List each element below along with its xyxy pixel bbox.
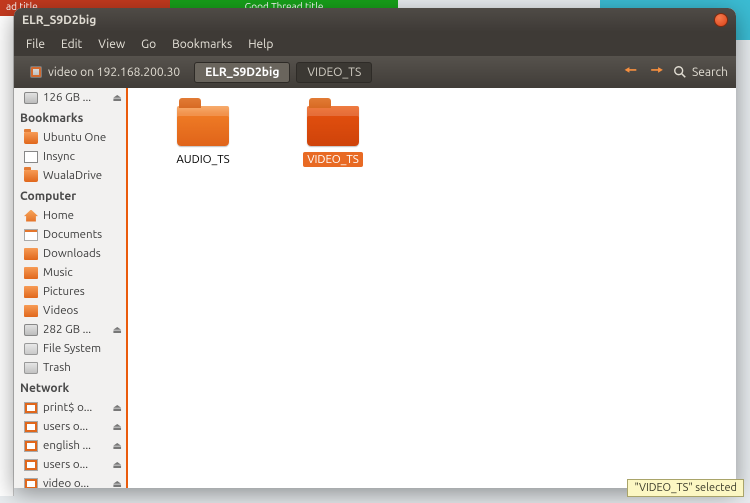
eject-icon[interactable]: ⏏ [113, 478, 122, 489]
sidebar-item-label: Pictures [43, 285, 85, 298]
folder-icon [24, 132, 38, 144]
device-chip[interactable]: video on 192.168.200.30 [22, 64, 188, 81]
videos-icon [24, 305, 38, 317]
sidebar-item-label: english ... [43, 439, 91, 452]
titlebar[interactable]: ELR_S9D2big [14, 8, 736, 32]
pathbar: video on 192.168.200.30 ELR_S9D2big VIDE… [14, 56, 736, 88]
pictures-icon [24, 286, 38, 298]
sidebar-item-music[interactable]: Music [14, 263, 126, 282]
folder-item-audio-ts[interactable]: AUDIO_TS [158, 106, 248, 167]
eject-icon[interactable]: ⏏ [113, 421, 122, 433]
sidebar-item-label: print$ o... [43, 401, 92, 414]
home-icon [24, 210, 38, 222]
sidebar-item-insync[interactable]: Insync [14, 147, 126, 166]
sidebar-item-label: 282 GB ... [43, 323, 91, 336]
sidebar-item-videos[interactable]: Videos [14, 301, 126, 320]
sidebar-item-label: 126 GB ... [43, 91, 91, 104]
drive-icon [24, 324, 38, 336]
downloads-icon [24, 248, 38, 260]
search-icon [673, 65, 687, 79]
network-share-icon [24, 402, 38, 414]
sidebar-item-label: Ubuntu One [43, 131, 106, 144]
search-label: Search [692, 66, 728, 79]
eject-icon[interactable]: ⏏ [113, 92, 122, 104]
menu-file[interactable]: File [20, 36, 51, 53]
sidebar-item-label: users o... [43, 420, 88, 433]
sidebar-item-label: Home [43, 209, 74, 222]
network-share-icon [24, 440, 38, 452]
eject-icon[interactable]: ⏏ [113, 459, 122, 471]
breadcrumb-current[interactable]: ELR_S9D2big [194, 62, 290, 83]
sidebar-item-label: Music [43, 266, 73, 279]
folder-label: VIDEO_TS [303, 152, 363, 167]
menu-bookmarks[interactable]: Bookmarks [166, 36, 238, 53]
folder-icon [307, 106, 359, 146]
sidebar-section-computer: Computer [14, 185, 126, 206]
music-icon [24, 267, 38, 279]
sidebar-item-label: Downloads [43, 247, 101, 260]
sidebar-item-label: video o... [43, 477, 89, 488]
file-view[interactable]: AUDIO_TS VIDEO_TS [128, 88, 736, 488]
forward-icon[interactable]: 🠖 [647, 58, 667, 86]
filesystem-icon [24, 343, 38, 355]
menu-go[interactable]: Go [135, 36, 162, 53]
eject-icon[interactable]: ⏏ [113, 324, 122, 336]
folder-icon [24, 170, 38, 182]
sidebar-item-ubuntu-one[interactable]: Ubuntu One [14, 128, 126, 147]
network-share-icon [24, 421, 38, 433]
search-button[interactable]: Search [673, 65, 728, 79]
sidebar-item-filesystem[interactable]: File System [14, 339, 126, 358]
sidebar-item-home[interactable]: Home [14, 206, 126, 225]
sidebar-item-documents[interactable]: Documents [14, 225, 126, 244]
sidebar[interactable]: 126 GB ... ⏏ Bookmarks Ubuntu One Insync… [14, 88, 128, 488]
back-icon[interactable]: 🠔 [620, 58, 640, 86]
sidebar-item-net-english[interactable]: english ... ⏏ [14, 436, 126, 455]
network-share-icon [24, 459, 38, 471]
sidebar-item-net-print[interactable]: print$ o... ⏏ [14, 398, 126, 417]
drive-icon [24, 92, 38, 104]
menubar: File Edit View Go Bookmarks Help [14, 32, 736, 56]
sidebar-item-label: File System [43, 342, 101, 355]
sidebar-item-net-video[interactable]: video o... ⏏ [14, 474, 126, 488]
sidebar-item-label: users o... [43, 458, 88, 471]
trash-icon [24, 362, 38, 374]
sidebar-section-network: Network [14, 377, 126, 398]
sidebar-item-label: Videos [43, 304, 78, 317]
sidebar-item-drive-top[interactable]: 126 GB ... ⏏ [14, 88, 126, 107]
sidebar-item-downloads[interactable]: Downloads [14, 244, 126, 263]
sidebar-item-label: Documents [43, 228, 102, 241]
sidebar-item-net-users2[interactable]: users o... ⏏ [14, 455, 126, 474]
network-share-icon [24, 478, 38, 489]
close-icon[interactable] [714, 13, 728, 27]
folder-label: AUDIO_TS [172, 152, 233, 167]
sidebar-item-wualadrive[interactable]: WualaDrive [14, 166, 126, 185]
sidebar-item-pictures[interactable]: Pictures [14, 282, 126, 301]
menu-view[interactable]: View [92, 36, 131, 53]
breadcrumb-child[interactable]: VIDEO_TS [296, 62, 372, 83]
bg-left-column [0, 16, 14, 496]
status-tooltip: "VIDEO_TS" selected [627, 479, 744, 497]
disk-icon [30, 66, 42, 78]
sidebar-item-label: Insync [43, 150, 75, 163]
sidebar-section-bookmarks: Bookmarks [14, 107, 126, 128]
folder-icon [177, 106, 229, 146]
document-icon [24, 229, 38, 241]
device-label: video on 192.168.200.30 [48, 66, 180, 79]
sidebar-item-label: Trash [43, 361, 71, 374]
eject-icon[interactable]: ⏏ [113, 402, 122, 414]
window-title: ELR_S9D2big [22, 14, 96, 27]
checkbox-icon [24, 151, 38, 163]
menu-edit[interactable]: Edit [55, 36, 88, 53]
sidebar-item-net-users1[interactable]: users o... ⏏ [14, 417, 126, 436]
menu-help[interactable]: Help [242, 36, 279, 53]
sidebar-item-drive-282[interactable]: 282 GB ... ⏏ [14, 320, 126, 339]
file-manager-window: ELR_S9D2big File Edit View Go Bookmarks … [14, 8, 736, 488]
folder-item-video-ts[interactable]: VIDEO_TS [288, 106, 378, 167]
eject-icon[interactable]: ⏏ [113, 440, 122, 452]
sidebar-item-label: WualaDrive [43, 169, 102, 182]
sidebar-item-trash[interactable]: Trash [14, 358, 126, 377]
